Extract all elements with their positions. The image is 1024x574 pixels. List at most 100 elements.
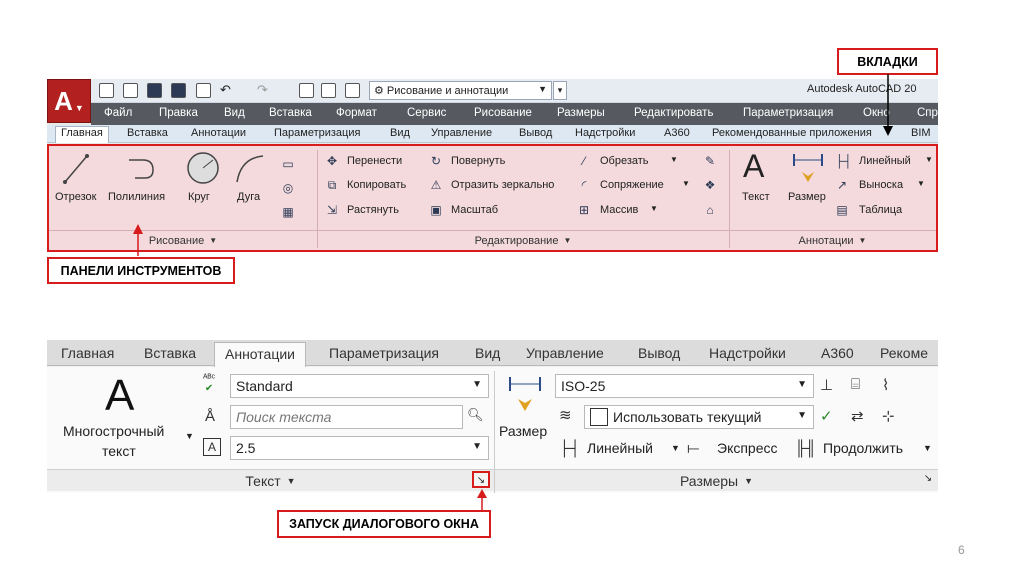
tab-parametric[interactable]: Параметризация — [329, 345, 439, 361]
menu-file[interactable]: Файл — [104, 107, 132, 119]
application-button[interactable]: A ▼ — [47, 79, 91, 123]
dimension-tool-label[interactable]: Размер — [788, 191, 826, 203]
match-properties-icon[interactable] — [321, 83, 336, 98]
tab-annotate[interactable]: Аннотации — [214, 342, 306, 367]
rotate-button[interactable]: Повернуть — [451, 155, 505, 167]
quick-dim-button[interactable]: Экспресс — [717, 440, 778, 456]
update-icon[interactable]: ⇄ — [851, 407, 864, 425]
print-icon[interactable] — [196, 83, 211, 98]
tab-output[interactable]: Вывод — [519, 127, 552, 139]
text-height-select[interactable]: 2.5 ▼ — [230, 436, 489, 460]
line-tool-label[interactable]: Отрезок — [55, 191, 96, 203]
rectangle-icon[interactable]: ▭ — [281, 158, 295, 171]
draw-panel-footer[interactable]: Рисование ▼ — [49, 230, 317, 250]
leader-button[interactable]: Выноска — [859, 179, 903, 191]
open-icon[interactable] — [123, 83, 138, 98]
chevron-down-icon[interactable]: ▼ — [185, 431, 194, 441]
dimension-button[interactable]: Размер — [499, 423, 547, 439]
customize-qat-button[interactable]: ▾ — [553, 81, 567, 100]
linear-button[interactable]: Линейный — [587, 440, 653, 456]
arc-tool-label[interactable]: Дуга — [237, 191, 260, 203]
menu-draw[interactable]: Рисование — [474, 107, 532, 119]
tab-insert[interactable]: Вставка — [144, 345, 196, 361]
dim-layer-select[interactable]: Использовать текущий ▼ — [584, 405, 814, 429]
array-button[interactable]: Массив — [600, 204, 638, 216]
tab-manage[interactable]: Управление — [431, 127, 492, 139]
break-dim-icon[interactable]: ⊥ — [820, 376, 833, 394]
linear-button[interactable]: Линейный — [859, 155, 911, 167]
text-style-select[interactable]: Standard ▼ — [230, 374, 489, 398]
tab-a360[interactable]: А360 — [821, 345, 854, 361]
hatch-icon[interactable]: ◎ — [281, 182, 295, 195]
tab-home[interactable]: Главная — [55, 126, 109, 143]
tab-parametric[interactable]: Параметризация — [274, 127, 360, 139]
dim-style-select[interactable]: ISO-25 ▼ — [555, 374, 814, 398]
table-button[interactable]: Таблица — [859, 204, 902, 216]
find-text-input[interactable]: Поиск текста — [230, 405, 463, 429]
menu-parametric[interactable]: Параметризация — [743, 107, 833, 119]
find-replace-icon[interactable]: 🔍︎ — [467, 407, 484, 423]
save-as-icon[interactable] — [171, 83, 186, 98]
jog-line-icon[interactable]: ⌇ — [882, 376, 889, 394]
stretch-button[interactable]: Растянуть — [347, 204, 399, 216]
menu-dimension[interactable]: Размеры — [557, 107, 605, 119]
save-icon[interactable] — [147, 83, 162, 98]
tab-addins[interactable]: Надстройки — [575, 127, 635, 139]
new-icon[interactable] — [99, 83, 114, 98]
tab-featured-apps[interactable]: Рекомендованные приложения — [712, 127, 872, 139]
mtext-button-line2[interactable]: текст — [102, 443, 136, 459]
chevron-down-icon[interactable]: ▼ — [917, 179, 925, 188]
text-tool-label[interactable]: Текст — [742, 191, 770, 203]
tab-home[interactable]: Главная — [61, 345, 114, 361]
menu-edit[interactable]: Правка — [159, 107, 198, 119]
trim-button[interactable]: Обрезать — [600, 155, 649, 167]
tab-bim[interactable]: BIM — [911, 127, 931, 139]
inspect-icon[interactable]: ✓ — [820, 407, 833, 425]
chevron-down-icon[interactable]: ▼ — [650, 204, 658, 213]
scale-button[interactable]: Масштаб — [451, 204, 498, 216]
menu-modify[interactable]: Редактировать — [634, 107, 713, 119]
tab-view[interactable]: Вид — [475, 345, 500, 361]
chevron-down-icon[interactable]: ▼ — [682, 179, 690, 188]
tab-view[interactable]: Вид — [390, 127, 410, 139]
chevron-down-icon[interactable]: ▼ — [670, 155, 678, 164]
adjust-space-icon[interactable]: ⌸ — [851, 376, 860, 393]
tab-insert[interactable]: Вставка — [127, 127, 168, 139]
undo-icon[interactable]: ↶ — [220, 82, 231, 98]
dialog-launcher-button[interactable]: ↘ — [472, 471, 490, 488]
workspace-select[interactable]: ⚙ Рисование и аннотации ▼ — [369, 81, 552, 100]
gradient-icon[interactable]: ▦ — [281, 206, 295, 219]
annotation-panel-footer[interactable]: Аннотации ▼ — [729, 230, 936, 250]
menu-format[interactable]: Формат — [336, 107, 377, 119]
properties-icon[interactable] — [299, 83, 314, 98]
erase-icon[interactable]: ✎ — [703, 155, 717, 168]
tab-addins[interactable]: Надстройки — [709, 345, 786, 361]
fillet-button[interactable]: Сопряжение — [600, 179, 664, 191]
plot-icon[interactable] — [345, 83, 360, 98]
mirror-button[interactable]: Отразить зеркально — [451, 179, 554, 191]
tab-output[interactable]: Вывод — [638, 345, 680, 361]
menu-tools[interactable]: Сервис — [407, 107, 446, 119]
reassociate-icon[interactable]: ⊹ — [882, 407, 895, 425]
explode-icon[interactable]: ❖ — [703, 179, 717, 192]
tab-annotate[interactable]: Аннотации — [191, 127, 246, 139]
chevron-down-icon[interactable]: ▼ — [925, 155, 933, 164]
mtext-button-line1[interactable]: Многострочный — [63, 423, 164, 439]
dim-dialog-launcher-button[interactable]: ↘ — [919, 471, 937, 488]
chevron-down-icon[interactable]: ▼ — [671, 443, 680, 453]
polyline-tool-label[interactable]: Полилиния — [108, 191, 165, 203]
tab-a360[interactable]: А360 — [664, 127, 690, 139]
copy-button[interactable]: Копировать — [347, 179, 406, 191]
menu-insert[interactable]: Вставка — [269, 107, 312, 119]
menu-help[interactable]: Спр — [917, 107, 938, 119]
dim-panel-footer[interactable]: Размеры ▼ — [495, 469, 938, 491]
redo-icon[interactable]: ↷ — [257, 82, 268, 98]
text-panel-footer[interactable]: Текст ▼ — [47, 469, 494, 491]
chevron-down-icon[interactable]: ▼ — [923, 443, 932, 453]
modify-panel-footer[interactable]: Редактирование ▼ — [317, 230, 729, 250]
move-button[interactable]: Перенести — [347, 155, 402, 167]
circle-tool-label[interactable]: Круг — [188, 191, 210, 203]
tab-manage[interactable]: Управление — [526, 345, 604, 361]
menu-view[interactable]: Вид — [224, 107, 245, 119]
offset-icon[interactable]: ⌂ — [703, 204, 717, 217]
